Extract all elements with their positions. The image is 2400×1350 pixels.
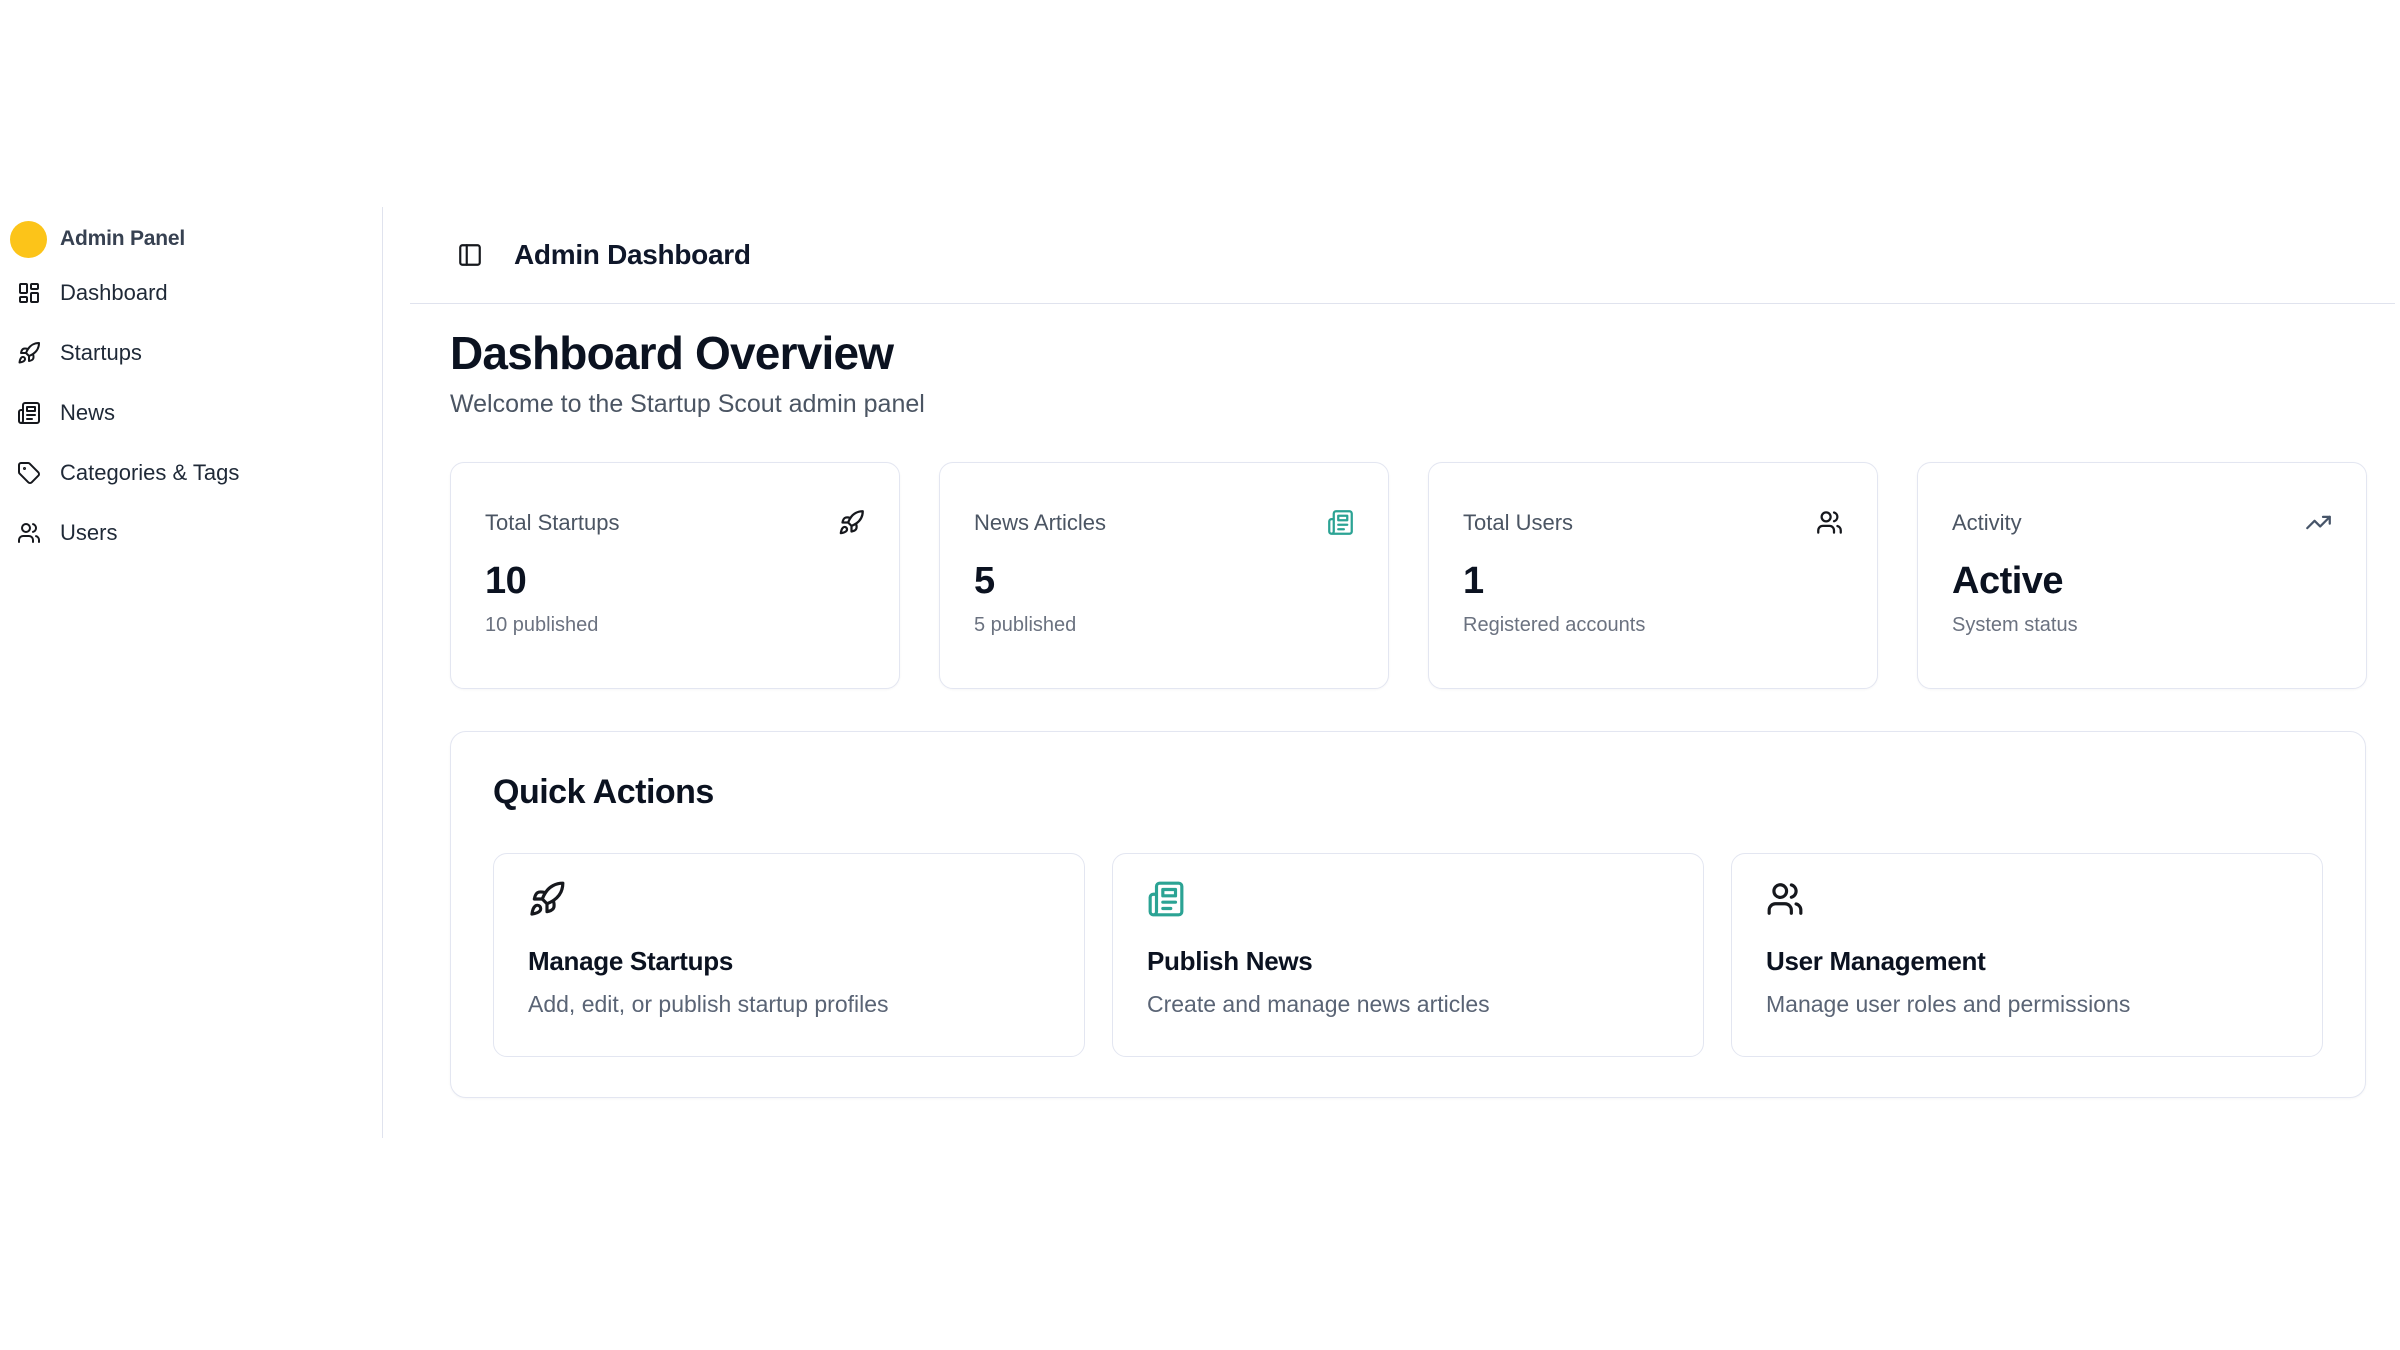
sidebar-item-label: Dashboard: [60, 280, 168, 306]
brand-logo-circle: [10, 221, 47, 258]
stats-row: Total Startups 10 10 published News Arti…: [450, 462, 2367, 689]
action-description: Add, edit, or publish startup profiles: [528, 990, 1050, 1018]
sidebar-item-categories-tags[interactable]: Categories & Tags: [0, 443, 382, 503]
stat-value: 1: [1463, 560, 1843, 602]
newspaper-icon: [17, 401, 41, 425]
rocket-icon: [528, 880, 566, 918]
stat-card-total-startups: Total Startups 10 10 published: [450, 462, 900, 689]
main-header: Admin Dashboard: [410, 207, 2395, 304]
main-area: Admin Dashboard Dashboard Overview Welco…: [383, 207, 2400, 1138]
sidebar-item-label: Categories & Tags: [60, 460, 239, 486]
brand-label: Admin Panel: [60, 227, 185, 251]
sidebar-item-users[interactable]: Users: [0, 503, 382, 563]
sidebar: Admin Panel Dashboard Startups News Cate…: [0, 207, 383, 1138]
action-description: Manage user roles and permissions: [1766, 990, 2288, 1018]
stat-label: Activity: [1952, 510, 2022, 536]
action-title: User Management: [1766, 946, 2288, 976]
stat-label: Total Users: [1463, 510, 1573, 536]
sidebar-item-label: Users: [60, 520, 117, 546]
newspaper-icon: [1327, 509, 1354, 536]
users-icon: [1816, 509, 1843, 536]
trending-up-icon: [2305, 509, 2332, 536]
stat-sublabel: System status: [1952, 614, 2332, 637]
newspaper-icon: [1147, 880, 1185, 918]
action-description: Create and manage news articles: [1147, 990, 1669, 1018]
stat-card-activity: Activity Active System status: [1917, 462, 2367, 689]
sidebar-item-label: News: [60, 400, 115, 426]
action-card-manage-startups[interactable]: Manage Startups Add, edit, or publish st…: [493, 853, 1085, 1057]
quick-actions-title: Quick Actions: [493, 772, 2323, 813]
stat-value: 10: [485, 560, 865, 602]
stat-card-total-users: Total Users 1 Registered accounts: [1428, 462, 1878, 689]
dashboard-content: Dashboard Overview Welcome to the Startu…: [383, 328, 2400, 1098]
panel-left-icon[interactable]: [457, 242, 483, 268]
rocket-icon: [17, 341, 41, 365]
sidebar-nav: Dashboard Startups News Categories & Tag…: [0, 263, 382, 563]
action-title: Publish News: [1147, 946, 1669, 976]
action-title: Manage Startups: [528, 946, 1050, 976]
admin-app: Admin Panel Dashboard Startups News Cate…: [0, 207, 2400, 1138]
page-title: Dashboard Overview: [450, 328, 2367, 379]
sidebar-item-dashboard[interactable]: Dashboard: [0, 263, 382, 323]
stat-sublabel: 5 published: [974, 614, 1354, 637]
stat-sublabel: Registered accounts: [1463, 614, 1843, 637]
users-icon: [17, 521, 41, 545]
sidebar-item-label: Startups: [60, 340, 142, 366]
action-card-publish-news[interactable]: Publish News Create and manage news arti…: [1112, 853, 1704, 1057]
stat-card-news-articles: News Articles 5 5 published: [939, 462, 1389, 689]
stat-sublabel: 10 published: [485, 614, 865, 637]
stat-value: 5: [974, 560, 1354, 602]
stat-label: News Articles: [974, 510, 1106, 536]
sidebar-item-news[interactable]: News: [0, 383, 382, 443]
users-icon: [1766, 880, 1804, 918]
stat-value: Active: [1952, 560, 2332, 602]
tag-icon: [17, 461, 41, 485]
sidebar-brand: Admin Panel: [10, 220, 382, 258]
action-card-user-management[interactable]: User Management Manage user roles and pe…: [1731, 853, 2323, 1057]
quick-actions-row: Manage Startups Add, edit, or publish st…: [493, 853, 2323, 1057]
header-title: Admin Dashboard: [514, 239, 751, 271]
page-subtitle: Welcome to the Startup Scout admin panel: [450, 389, 2367, 419]
stat-label: Total Startups: [485, 510, 620, 536]
rocket-icon: [838, 509, 865, 536]
layout-dashboard-icon: [17, 281, 41, 305]
sidebar-item-startups[interactable]: Startups: [0, 323, 382, 383]
quick-actions-panel: Quick Actions Manage Startups Add, edit,…: [450, 731, 2366, 1098]
